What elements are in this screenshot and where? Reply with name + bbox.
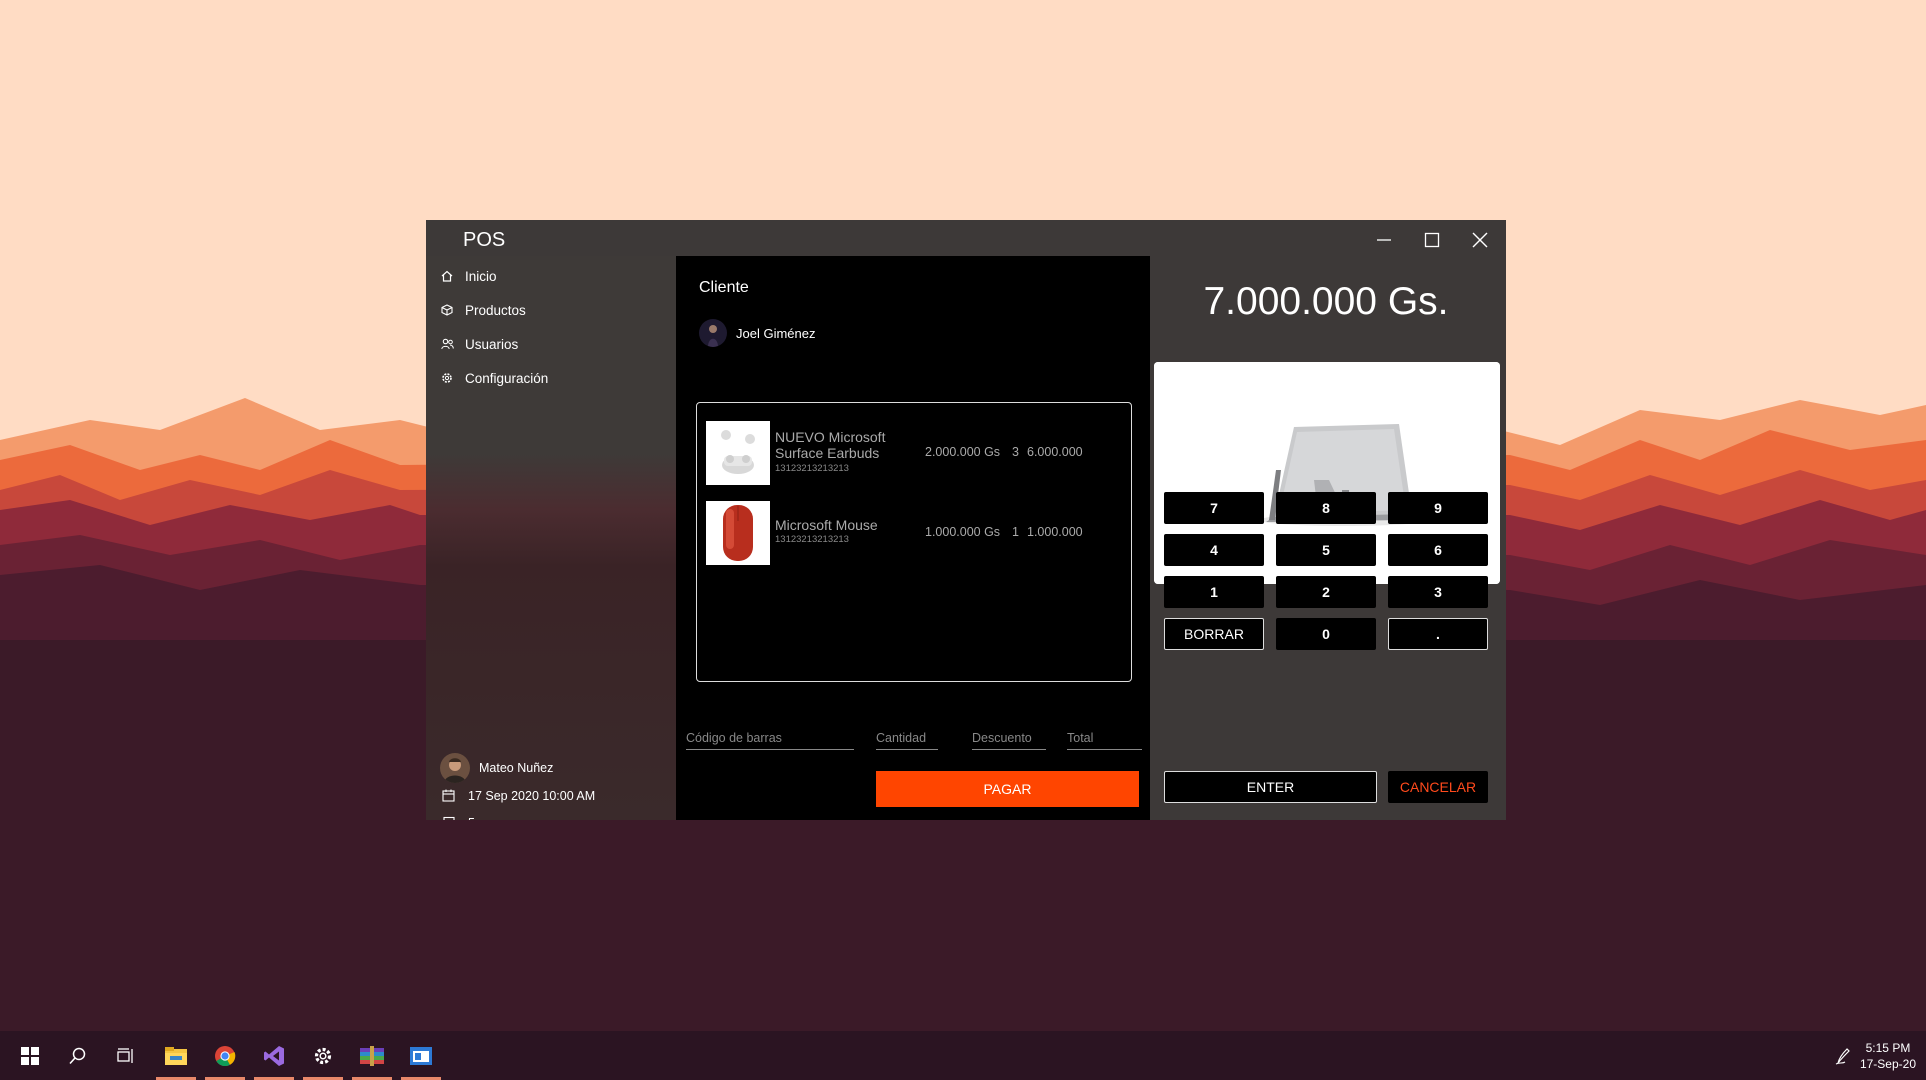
pen-icon (1835, 1047, 1850, 1065)
system-clock[interactable]: 5:15 PM 17-Sep-20 (1860, 1040, 1916, 1072)
archive-icon (360, 1045, 384, 1066)
pos-window: POS Inicio Productos Usuarios Configurac… (426, 220, 1506, 820)
sale-panel: Cliente Joel Giménez NUEVO Microsoft Sur… (676, 256, 1150, 820)
cliente-name: Joel Giménez (736, 325, 816, 341)
taskbar-search-button[interactable] (54, 1031, 102, 1080)
product-code: 13123213213213 (775, 534, 849, 545)
key-2[interactable]: 2 (1276, 576, 1376, 608)
gear-icon (314, 1047, 332, 1064)
maximize-button[interactable] (1409, 220, 1455, 260)
key-decimal[interactable]: . (1388, 618, 1488, 650)
product-image (706, 501, 770, 565)
sidebar-item-productos[interactable]: Productos (440, 296, 526, 324)
laptop-icon (442, 816, 456, 820)
product-price: 2.000.000 Gs (925, 445, 1001, 459)
sidebar: Inicio Productos Usuarios Configuración … (426, 256, 676, 820)
taskbar-visual-studio[interactable] (250, 1031, 298, 1080)
product-code: 13123213213213 (775, 463, 849, 474)
product-quantity: 3 (1012, 445, 1019, 459)
cantidad-input[interactable]: Cantidad (876, 726, 938, 750)
descuento-input[interactable]: Descuento (972, 726, 1046, 750)
product-price: 1.000.000 Gs (925, 525, 1001, 539)
current-user[interactable]: Mateo Nuñez (440, 753, 553, 783)
taskbar: 5:15 PM 17-Sep-20 (0, 1031, 1926, 1080)
minimize-icon (1377, 239, 1391, 241)
taskbar-chrome[interactable] (201, 1031, 249, 1080)
minimize-button[interactable] (1361, 220, 1407, 260)
sidebar-item-configuracion[interactable]: Configuración (440, 364, 548, 392)
total-input[interactable]: Total (1067, 726, 1142, 750)
cliente-selector[interactable]: Joel Giménez (699, 319, 815, 347)
terminal-info: 5 (442, 816, 475, 820)
gear-icon (440, 371, 454, 385)
product-name: NUEVO Microsoft Surface Earbuds (775, 429, 886, 461)
task-view-button[interactable] (102, 1031, 150, 1080)
datetime-text: 17 Sep 2020 10:00 AM (468, 789, 596, 803)
list-item[interactable]: Microsoft Mouse 13123213213213 1.000.000… (706, 501, 1126, 565)
barcode-input[interactable]: Código de barras (686, 726, 854, 750)
product-name: Microsoft Mouse (775, 517, 878, 533)
key-4[interactable]: 4 (1164, 534, 1264, 566)
chrome-icon (215, 1045, 236, 1066)
box-icon (440, 303, 454, 317)
key-6[interactable]: 6 (1388, 534, 1488, 566)
pagar-button[interactable]: PAGAR (876, 771, 1139, 807)
enter-button[interactable]: ENTER (1164, 771, 1377, 803)
taskbar-settings[interactable] (299, 1031, 347, 1080)
taskbar-pos-app[interactable] (397, 1031, 445, 1080)
windows-icon (21, 1046, 39, 1065)
sidebar-item-label: Usuarios (465, 336, 519, 352)
key-1[interactable]: 1 (1164, 576, 1264, 608)
key-3[interactable]: 3 (1388, 576, 1488, 608)
product-total: 6.000.000 (1027, 445, 1083, 459)
product-total: 1.000.000 (1027, 525, 1083, 539)
clock-time: 5:15 PM (1865, 1041, 1911, 1055)
sidebar-item-usuarios[interactable]: Usuarios (440, 330, 518, 358)
product-image (706, 421, 770, 485)
calendar-icon (442, 789, 456, 803)
maximize-icon (1424, 232, 1440, 248)
sidebar-item-inicio[interactable]: Inicio (440, 262, 497, 290)
total-amount: 7.000.000 Gs. (1203, 280, 1449, 323)
key-8[interactable]: 8 (1276, 492, 1376, 524)
user-name: Mateo Nuñez (479, 761, 554, 775)
search-icon (69, 1047, 86, 1064)
terminal-number: 5 (468, 816, 475, 820)
task-view-icon (117, 1047, 133, 1063)
key-9[interactable]: 9 (1388, 492, 1488, 524)
sidebar-item-label: Inicio (465, 268, 497, 284)
users-icon (440, 337, 454, 351)
sidebar-item-label: Configuración (465, 370, 549, 386)
taskbar-file-explorer[interactable] (152, 1031, 200, 1080)
session-date: 17 Sep 2020 10:00 AM (442, 789, 595, 803)
avatar (699, 319, 727, 347)
cancelar-button[interactable]: CANCELAR (1388, 771, 1488, 803)
key-7[interactable]: 7 (1164, 492, 1264, 524)
start-button[interactable] (6, 1031, 54, 1080)
close-icon (1472, 232, 1488, 248)
list-item[interactable]: NUEVO Microsoft Surface Earbuds 13123213… (706, 421, 1126, 485)
cart-list: NUEVO Microsoft Surface Earbuds 13123213… (696, 402, 1132, 682)
taskbar-archive-app[interactable] (348, 1031, 396, 1080)
key-0[interactable]: 0 (1276, 618, 1376, 650)
product-quantity: 1 (1012, 525, 1019, 539)
key-5[interactable]: 5 (1276, 534, 1376, 566)
clock-date: 17-Sep-20 (1859, 1057, 1916, 1071)
folder-icon (165, 1046, 187, 1065)
window-title: POS (463, 229, 506, 251)
visual-studio-icon (264, 1045, 284, 1066)
home-icon (440, 269, 454, 283)
avatar (440, 753, 470, 783)
app-window-icon (410, 1046, 432, 1065)
borrar-button[interactable]: BORRAR (1164, 618, 1264, 650)
close-button[interactable] (1457, 220, 1503, 260)
sidebar-item-label: Productos (465, 302, 526, 318)
cliente-heading: Cliente (699, 279, 749, 296)
